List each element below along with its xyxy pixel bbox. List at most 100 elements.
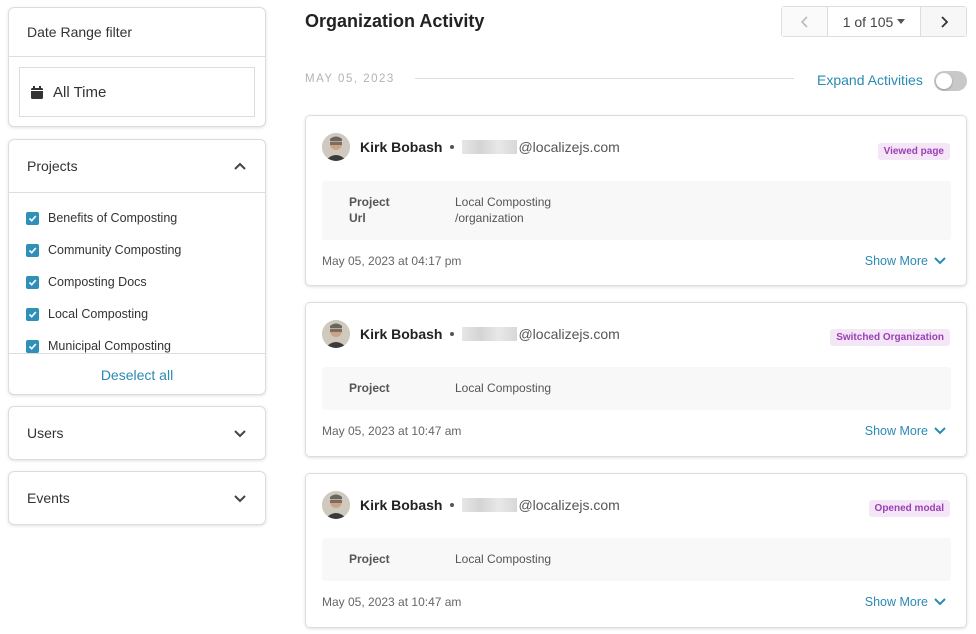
previous-page-button[interactable] [782,7,828,36]
show-more-button[interactable]: Show More [865,595,946,609]
project-item[interactable]: Composting Docs [9,266,265,298]
date-range-value: All Time [53,83,107,101]
activity-timestamp: May 05, 2023 at 04:17 pm [322,254,462,268]
redacted-email-prefix [462,327,518,341]
avatar [322,320,350,348]
divider [415,78,794,79]
chevron-up-icon[interactable] [233,159,247,173]
detail-key: Project [349,552,390,566]
activity-type-badge: Switched Organization [830,329,950,346]
detail-value: /organization [455,211,524,225]
user-email-domain: @localizejs.com [518,139,620,155]
activity-details: Project Local Composting Url /organizati… [322,181,951,240]
activity-type-badge: Opened modal [868,500,950,517]
chevron-down-icon[interactable] [233,426,247,440]
project-label: Benefits of Composting [48,211,178,225]
page-title: Organization Activity [305,11,485,31]
detail-row: Project Local Composting [349,194,951,210]
chevron-right-icon [940,15,948,28]
page-label: 1 of 105 [842,13,894,30]
show-more-label: Show More [864,254,928,268]
deselect-all-link[interactable]: Deselect all [9,354,265,383]
checkbox-checked-icon[interactable] [26,339,39,353]
show-more-label: Show More [864,595,928,609]
redacted-email-prefix [462,498,518,512]
detail-row: Project Local Composting [349,551,951,567]
user-email-domain: @localizejs.com [518,326,620,342]
activity-header: Kirk Bobash @localizejs.com [322,319,620,349]
project-item[interactable]: Local Composting [9,298,265,330]
activity-timestamp: May 05, 2023 at 10:47 am [322,424,462,438]
user-name: Kirk Bobash [360,497,443,513]
separator-dot [450,503,455,507]
expand-activities-toggle[interactable] [934,71,967,91]
user-name: Kirk Bobash [360,326,443,342]
detail-row: Url /organization [349,210,951,226]
avatar [322,491,350,519]
detail-row: Project Local Composting [349,380,951,396]
users-panel: Users [8,406,266,460]
events-title: Events [27,490,70,506]
date-group-label: MAY 05, 2023 [305,73,395,85]
next-page-button[interactable] [920,7,966,36]
activity-type-badge: Viewed page [877,143,950,160]
project-label: Local Composting [48,307,149,321]
redacted-email-prefix [462,140,518,154]
detail-key: Url [349,211,366,225]
date-range-input[interactable]: All Time [19,67,255,117]
date-range-title: Date Range filter [27,24,133,40]
projects-panel: Projects Benefits of Composting Communit… [8,139,266,395]
chevron-down-icon [934,598,946,606]
events-panel: Events [8,471,266,525]
activity-details: Project Local Composting [322,538,951,581]
project-item[interactable]: Benefits of Composting [9,202,265,234]
avatar [322,133,350,161]
activity-details: Project Local Composting [322,367,951,410]
date-range-panel: Date Range filter All Time [8,7,266,127]
chevron-down-icon [934,257,946,265]
detail-key: Project [349,195,390,209]
detail-value: Local Composting [455,381,552,395]
separator-dot [450,145,455,149]
project-item[interactable]: Municipal Composting [9,330,265,353]
detail-value: Local Composting [455,195,552,209]
activity-card: Kirk Bobash @localizejs.com Viewed page … [305,115,967,286]
calendar-icon [31,85,43,99]
toggle-knob [936,73,952,89]
checkbox-checked-icon[interactable] [26,307,39,321]
expand-activities-label: Expand Activities [817,72,923,88]
project-item[interactable]: Community Composting [9,234,265,266]
project-label: Municipal Composting [48,339,171,353]
activity-header: Kirk Bobash @localizejs.com [322,132,620,162]
date-range-header: Date Range filter [9,8,265,57]
activity-timestamp: May 05, 2023 at 10:47 am [322,595,462,609]
show-more-label: Show More [864,424,928,438]
detail-value: Local Composting [455,552,552,566]
caret-down-icon [897,19,906,24]
activity-header: Kirk Bobash @localizejs.com [322,490,620,520]
chevron-left-icon [800,15,808,28]
checkbox-checked-icon[interactable] [26,211,39,225]
user-name: Kirk Bobash [360,139,443,155]
page-select[interactable]: 1 of 105 [828,7,920,36]
checkbox-checked-icon[interactable] [26,275,39,289]
chevron-down-icon[interactable] [233,491,247,505]
separator-dot [450,332,455,336]
show-more-button[interactable]: Show More [865,254,946,268]
activity-card: Kirk Bobash @localizejs.com Switched Org… [305,302,967,457]
activity-card: Kirk Bobash @localizejs.com Opened modal… [305,473,967,628]
chevron-down-icon [934,427,946,435]
project-label: Composting Docs [48,275,147,289]
events-header[interactable]: Events [9,472,265,524]
users-title: Users [27,425,64,441]
users-header[interactable]: Users [9,407,265,459]
projects-title: Projects [27,158,78,174]
pagination: 1 of 105 [781,6,967,37]
checkbox-checked-icon[interactable] [26,243,39,257]
projects-header[interactable]: Projects [9,140,265,193]
projects-list: Benefits of Composting Community Compost… [9,193,265,354]
project-label: Community Composting [48,243,182,257]
show-more-button[interactable]: Show More [865,424,946,438]
user-email-domain: @localizejs.com [518,497,620,513]
detail-key: Project [349,381,390,395]
